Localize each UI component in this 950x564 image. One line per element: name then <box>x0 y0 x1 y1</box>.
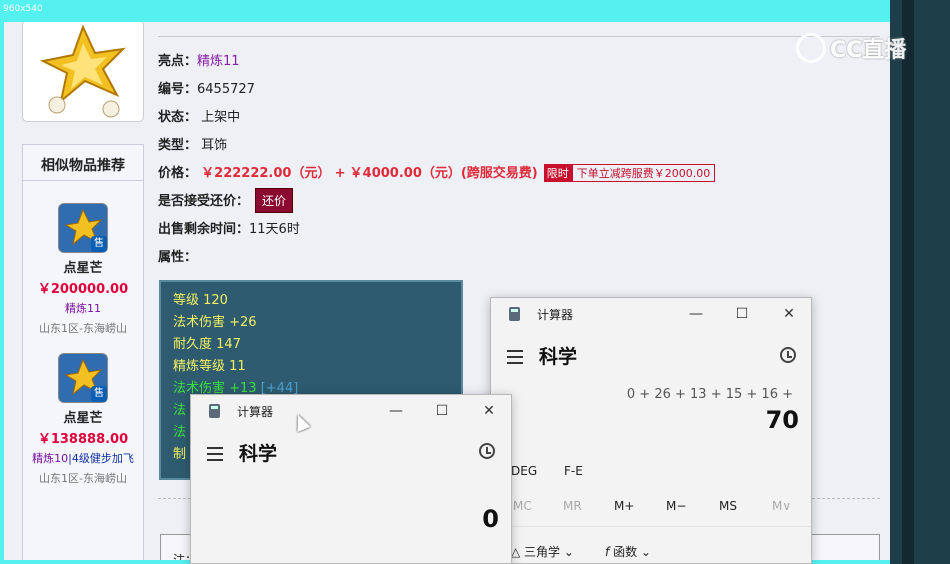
resolution-label: 960x540 <box>3 4 43 14</box>
memory-recall-button[interactable]: MR <box>563 499 582 513</box>
price-row: 价格： ￥222222.00（元） + ￥4000.00（元）(跨服交易费) 限时… <box>158 162 716 182</box>
calculator-titlebar[interactable]: 计算器 — ☐ ✕ <box>191 395 511 427</box>
minimize-button[interactable]: — <box>381 399 411 423</box>
remaining-row: 出售剩余时间：11天6时 <box>158 218 300 237</box>
remaining-value: 11天6时 <box>249 222 300 237</box>
similar-item[interactable]: 售 点星芒 ￥138888.00 精炼10|4级健步加飞 山东1区-东海崂山 <box>23 353 143 486</box>
highlight-value: 精炼11 <box>197 54 240 69</box>
minimize-button[interactable]: — <box>681 302 711 326</box>
header-divider <box>158 36 880 37</box>
status-value: 上架中 <box>201 110 241 125</box>
memory-clear-button[interactable]: MC <box>513 499 532 513</box>
history-icon[interactable] <box>780 347 796 363</box>
tag-refine: 精炼11 <box>65 302 101 315</box>
similar-items-title: 相似物品推荐 <box>23 145 143 181</box>
calculator-app-icon <box>209 404 220 418</box>
calculator-app-icon <box>509 307 520 321</box>
status-label: 状态： <box>158 110 198 125</box>
price-label: 价格： <box>158 166 198 181</box>
attr-level: 等级 120 <box>173 293 228 308</box>
attr-durability: 耐久度 147 <box>173 337 241 352</box>
item-main-image <box>22 22 144 122</box>
price-plus: + <box>334 166 346 181</box>
haggle-row: 是否接受还价： 还价 <box>158 188 294 213</box>
calculator-window-back[interactable]: 计算器 — ☐ ✕ 科学 0 + 26 + 13 + 15 + 16 + 70 … <box>490 297 812 564</box>
attr-spell-damage: 法术伤害 +26 <box>173 315 257 330</box>
similar-item-tag: 精炼10|4级健步加飞 <box>23 450 143 466</box>
haggle-label: 是否接受还价： <box>158 194 250 209</box>
tag-refine: 精炼10 <box>32 452 69 465</box>
highlight-label: 亮点： <box>158 54 198 69</box>
side-stripe <box>902 0 914 564</box>
hamburger-menu-icon[interactable] <box>207 447 223 465</box>
price-fee: ￥4000.00（元）(跨服交易费) <box>349 166 538 181</box>
maximize-button[interactable]: ☐ <box>727 302 757 326</box>
function-label: 函数 <box>613 545 638 559</box>
similar-item-tag: 精炼11 <box>23 300 143 316</box>
tag-extra: |4级健步加飞 <box>68 452 134 465</box>
close-button[interactable]: ✕ <box>774 302 804 326</box>
similar-item-server: 山东1区-东海崂山 <box>39 472 127 485</box>
earring-icon <box>39 24 126 118</box>
function-dropdown[interactable]: f 函数 ⌄ <box>605 543 651 560</box>
attr-refine-level: 精炼等级 11 <box>173 359 246 374</box>
trigonometry-label: 三角学 <box>524 545 561 559</box>
type-value: 耳饰 <box>201 138 228 153</box>
calculator-titlebar[interactable]: 计算器 — ☐ ✕ <box>491 298 811 330</box>
id-label: 编号： <box>158 82 198 97</box>
similar-item-thumbnail[interactable]: 售 <box>58 203 108 253</box>
similar-item-price: ￥138888.00 <box>37 432 129 447</box>
similar-item-name[interactable]: 点星芒 <box>23 257 143 276</box>
type-row: 类型： 耳饰 <box>158 134 227 153</box>
id-row: 编号：6455727 <box>158 78 255 97</box>
calculator-result: 0 <box>482 505 499 533</box>
memory-store-button[interactable]: MS <box>719 499 737 513</box>
watermark: CC直播 <box>796 32 906 64</box>
highlight-row: 亮点：精炼11 <box>158 50 240 69</box>
right-side-panel <box>890 0 950 564</box>
calculator-title: 计算器 <box>237 405 274 419</box>
top-bar: 960x540 <box>0 0 950 22</box>
id-value: 6455727 <box>197 82 255 97</box>
price-main: ￥222222.00（元） <box>201 166 331 181</box>
similar-item-server: 山东1区-东海崂山 <box>39 322 127 335</box>
similar-item-name[interactable]: 点星芒 <box>23 407 143 426</box>
limit-badge: 限时 <box>543 164 572 182</box>
cc-logo-icon <box>796 33 826 63</box>
similar-item-price: ￥200000.00 <box>37 282 129 297</box>
attr-label: 属性： <box>158 250 198 265</box>
calculator-mode: 科学 <box>239 443 278 465</box>
history-icon[interactable] <box>479 443 495 459</box>
memory-list-button[interactable]: M∨ <box>772 499 791 513</box>
discount-note: 下单立减跨服费￥2000.00 <box>571 164 716 182</box>
deg-toggle[interactable]: DEG <box>511 464 537 478</box>
memory-subtract-button[interactable]: M− <box>666 499 686 513</box>
maximize-button[interactable]: ☐ <box>427 399 457 423</box>
attr-row: 属性： <box>158 246 197 265</box>
memory-add-button[interactable]: M+ <box>614 499 634 513</box>
similar-item[interactable]: 售 点星芒 ￥200000.00 精炼11 山东1区-东海崂山 <box>23 203 143 336</box>
calculator-expression: 0 + 26 + 13 + 15 + 16 + <box>626 387 793 402</box>
calculator-result: 70 <box>765 406 799 434</box>
calculator-window-front[interactable]: 计算器 — ☐ ✕ 科学 0 <box>190 394 512 564</box>
type-label: 类型： <box>158 138 198 153</box>
trigonometry-dropdown[interactable]: △ 三角学 ⌄ <box>511 543 574 560</box>
close-button[interactable]: ✕ <box>474 399 504 423</box>
hamburger-menu-icon[interactable] <box>507 350 523 368</box>
watermark-text: CC直播 <box>830 38 907 63</box>
haggle-button[interactable]: 还价 <box>255 188 294 213</box>
fe-toggle[interactable]: F-E <box>564 464 583 478</box>
calculator-mode: 科学 <box>539 346 578 368</box>
similar-item-thumbnail[interactable]: 售 <box>58 353 108 403</box>
similar-items-panel: 相似物品推荐 售 点星芒 ￥200000.00 精炼11 山东1区-东海崂山 售… <box>22 144 144 560</box>
status-row: 状态： 上架中 <box>158 106 240 125</box>
sold-badge: 售 <box>91 386 107 402</box>
sold-badge: 售 <box>91 236 107 252</box>
calculator-divider <box>491 526 811 527</box>
calculator-title: 计算器 <box>537 308 574 322</box>
remaining-label: 出售剩余时间： <box>158 222 250 237</box>
